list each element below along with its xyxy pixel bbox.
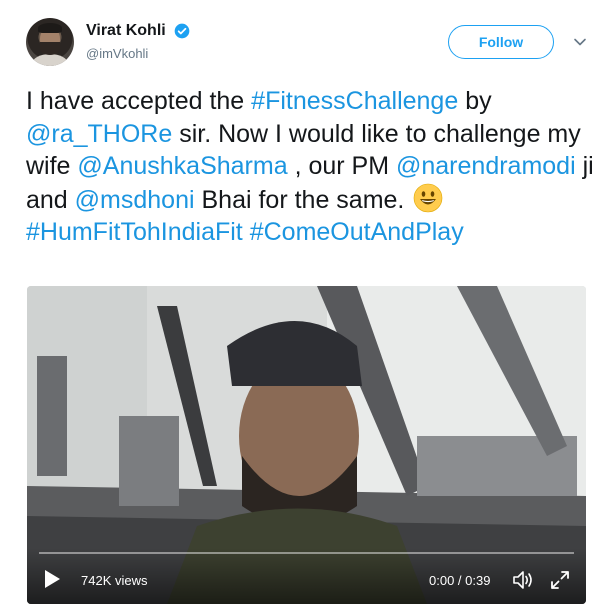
mention-link[interactable]: @msdhoni [75,186,195,214]
tweet-text-segment [243,218,250,246]
follow-button[interactable]: Follow [448,25,554,59]
hashtag-link[interactable]: #HumFitTohIndiaFit [26,218,243,246]
mention-link[interactable]: @narendramodi [396,152,576,180]
tweet-text-segment: , our PM [287,152,396,180]
user-handle[interactable]: @imVkohli [86,46,190,61]
tweet-text: I have accepted the #FitnessChallenge by… [26,85,596,249]
hashtag-link[interactable]: #ComeOutAndPlay [250,218,464,246]
tweet-header: Virat Kohli @imVkohli Follow [26,18,596,70]
video-controls: 742K views 0:00 / 0:39 [27,548,586,604]
mention-link[interactable]: @ra_THORe [26,120,172,148]
grinning-face-icon [414,183,443,212]
video-player[interactable]: 742K views 0:00 / 0:39 [27,286,586,604]
user-names: Virat Kohli @imVkohli [86,22,190,61]
video-time: 0:00 / 0:39 [429,573,491,588]
tweet-text-segment: by [458,87,492,115]
tweet-text-segment: Bhai for the same. [194,185,412,214]
display-name[interactable]: Virat Kohli [86,22,166,40]
mention-link[interactable]: @AnushkaSharma [77,152,287,180]
play-icon[interactable] [41,568,63,590]
video-progress-bar[interactable] [39,552,574,554]
fullscreen-icon[interactable] [549,569,571,591]
view-count: 742K views [81,573,148,588]
verified-badge-icon [174,23,190,39]
chevron-down-icon[interactable] [572,34,588,50]
avatar[interactable] [26,18,74,66]
volume-icon[interactable] [511,568,535,592]
hashtag-link[interactable]: #FitnessChallenge [251,87,458,115]
tweet-text-segment: I have accepted the [26,87,252,115]
